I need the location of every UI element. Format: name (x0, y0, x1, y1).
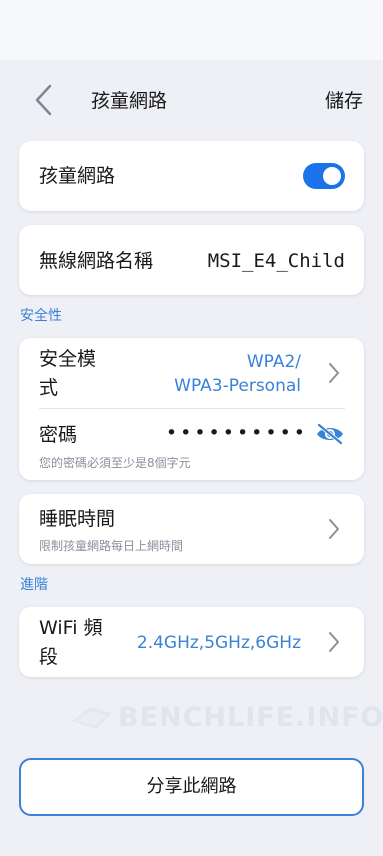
child-network-label: 孩童網路 (39, 165, 116, 187)
wifi-band-label-2: 段 (39, 646, 59, 668)
password-label: 密碼 (39, 424, 78, 446)
status-bar-area (0, 0, 383, 60)
security-card: 安全模 式 WPA2/ WPA3-Personal 密碼 •••••••••• … (19, 338, 364, 480)
save-button[interactable]: 儲存 (325, 86, 363, 113)
network-name-value[interactable]: MSI_E4_Child (208, 250, 345, 272)
wifi-band-label-1: WiFi 頻 (39, 617, 103, 639)
security-mode-label-2: 式 (39, 377, 59, 399)
chevron-right-icon (329, 519, 339, 539)
child-network-toggle[interactable] (303, 163, 345, 189)
share-network-button[interactable]: 分享此網路 (19, 758, 364, 816)
sleep-time-card[interactable]: 睡眠時間 限制孩童網路每日上網時間 (19, 494, 364, 564)
chevron-right-icon (329, 632, 339, 652)
divider (39, 408, 345, 409)
security-mode-value-1: WPA2/ (246, 352, 301, 372)
sleep-time-label: 睡眠時間 (39, 508, 116, 530)
header: 孩童網路 儲存 (0, 60, 383, 140)
child-network-card: 孩童網路 (19, 141, 364, 211)
security-section-label: 安全性 (20, 308, 62, 324)
wifi-band-card[interactable]: WiFi 頻 段 2.4GHz,5GHz,6GHz (19, 607, 364, 677)
wifi-band-value: 2.4GHz,5GHz,6GHz (136, 633, 301, 653)
page-title: 孩童網路 (91, 90, 168, 112)
security-mode-row[interactable]: 安全模 式 WPA2/ WPA3-Personal (19, 338, 364, 408)
security-mode-value-2: WPA3-Personal (174, 376, 301, 396)
network-name-label: 無線網路名稱 (39, 250, 154, 272)
sleep-time-hint: 限制孩童網路每日上網時間 (39, 539, 184, 553)
password-hint: 您的密碼必須至少是8個字元 (39, 456, 191, 470)
benchlife-watermark: BENCHLIFE.INFO (70, 700, 383, 736)
advanced-section-label: 進階 (20, 577, 48, 593)
chevron-right-icon (329, 363, 339, 383)
benchlife-logo-icon (72, 707, 112, 729)
toggle-knob (323, 167, 341, 185)
password-field[interactable]: •••••••••• (166, 422, 308, 444)
security-mode-label-1: 安全模 (39, 348, 97, 370)
watermark-text: BENCHLIFE.INFO (118, 702, 383, 733)
back-icon[interactable] (30, 82, 58, 118)
eye-off-icon[interactable] (315, 423, 345, 445)
network-name-card[interactable]: 無線網路名稱 MSI_E4_Child (19, 225, 364, 295)
